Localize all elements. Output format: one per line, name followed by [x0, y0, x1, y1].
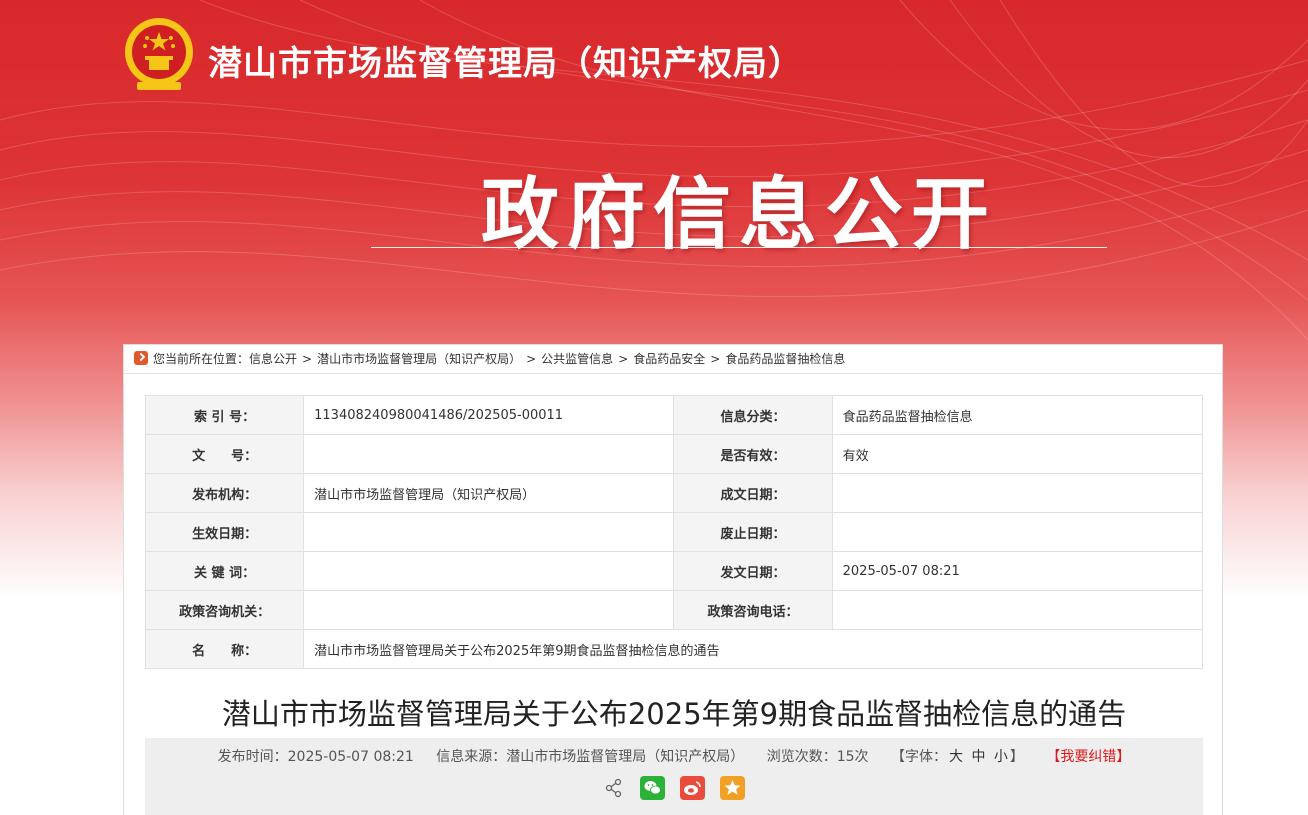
meta-value: 有效 — [831, 434, 1204, 474]
table-row: 名 称： 潜山市市场监督管理局关于公布2025年第9期食品监督抽检信息的通告 — [144, 629, 1203, 669]
meta-key: 是否有效： — [673, 434, 833, 474]
share-bar — [145, 776, 1203, 802]
breadcrumb-separator: > — [618, 352, 629, 366]
breadcrumb-item-inspection-info[interactable]: 食品药品监督抽检信息 — [725, 352, 845, 366]
article-title: 潜山市市场监督管理局关于公布2025年第9期食品监督抽检信息的通告 — [221, 697, 1127, 731]
meta-key: 政策咨询机关： — [144, 590, 305, 630]
view-count: 浏览次数：15次 — [766, 749, 869, 765]
meta-key: 关 键 词： — [144, 551, 305, 591]
table-row: 发布机构： 潜山市市场监督管理局（知识产权局） 成文日期： — [144, 473, 1204, 513]
font-label-close: 】 — [1009, 749, 1024, 765]
article-info-bar: 发布时间：2025-05-07 08:21 信息来源：潜山市市场监督管理局（知识… — [145, 738, 1203, 815]
meta-value — [831, 590, 1204, 630]
wechat-icon[interactable] — [639, 776, 665, 800]
banner-divider — [371, 247, 1107, 248]
breadcrumb-prefix: 您当前所在位置： — [153, 352, 250, 366]
breadcrumb-separator: > — [526, 352, 537, 366]
meta-key: 废止日期： — [673, 512, 833, 552]
weibo-icon[interactable] — [680, 776, 706, 800]
favorite-icon[interactable] — [720, 776, 746, 800]
publish-time: 发布时间：2025-05-07 08:21 — [217, 749, 414, 765]
meta-value: 食品药品监督抽检信息 — [831, 395, 1204, 435]
meta-key: 政策咨询电话： — [673, 590, 833, 630]
table-row: 索 引 号： 113408240980041486/202505-00011 信… — [144, 395, 1204, 435]
meta-key: 生效日期： — [144, 512, 305, 552]
meta-key: 文 号： — [144, 434, 305, 474]
location-arrow-icon — [134, 351, 148, 365]
meta-value — [303, 551, 675, 591]
breadcrumb-separator: > — [302, 352, 313, 366]
breadcrumb-separator: > — [710, 352, 721, 366]
table-row: 政策咨询机关： 政策咨询电话： — [144, 590, 1204, 630]
meta-value: 113408240980041486/202505-00011 — [303, 395, 675, 435]
font-large-button[interactable]: 大 — [949, 749, 963, 765]
meta-value — [303, 434, 675, 474]
error-report-button[interactable]: 【我要纠错】 — [1046, 749, 1130, 765]
article-meta-line: 发布时间：2025-05-07 08:21 信息来源：潜山市市场监督管理局（知识… — [145, 746, 1203, 766]
font-label-open: 【字体： — [891, 749, 947, 765]
meta-value — [303, 512, 675, 552]
meta-value — [831, 473, 1204, 513]
national-emblem-logo — [125, 18, 193, 90]
meta-value: 2025-05-07 08:21 — [831, 551, 1204, 591]
breadcrumb: 您当前所在位置：信息公开 > 潜山市市场监督管理局（知识产权局） > 公共监管信息 > 食品… — [124, 345, 1222, 374]
meta-value — [831, 512, 1204, 552]
meta-key: 索 引 号： — [144, 395, 305, 435]
meta-key: 发布机构： — [144, 473, 305, 513]
site-title: 潜山市市场监督管理局（知识产权局） — [208, 44, 803, 84]
meta-key: 信息分类： — [673, 395, 833, 435]
table-row: 生效日期： 废止日期： — [144, 512, 1204, 552]
table-row: 文 号： 是否有效： 有效 — [144, 434, 1204, 474]
breadcrumb-item-public-supervision[interactable]: 公共监管信息 — [541, 352, 613, 366]
info-source: 信息来源：潜山市市场监督管理局（知识产权局） — [436, 749, 745, 765]
meta-key: 成文日期： — [673, 473, 833, 513]
meta-key: 发文日期： — [673, 551, 833, 591]
meta-value: 潜山市市场监督管理局（知识产权局） — [303, 473, 675, 513]
share-icon[interactable] — [603, 776, 625, 800]
metadata-table: 索 引 号： 113408240980041486/202505-00011 信… — [144, 395, 1204, 669]
table-row: 关 键 词： 发文日期： 2025-05-07 08:21 — [144, 551, 1204, 591]
breadcrumb-item-info-public[interactable]: 信息公开 — [249, 352, 297, 366]
font-size-controls: 【字体：大 中 小】 — [891, 749, 1024, 765]
meta-value-name: 潜山市市场监督管理局关于公布2025年第9期食品监督抽检信息的通告 — [303, 629, 1203, 669]
meta-value — [303, 590, 675, 630]
meta-key-name: 名 称： — [144, 629, 305, 669]
content-panel: 您当前所在位置：信息公开 > 潜山市市场监督管理局（知识产权局） > 公共监管信息 > 食品… — [123, 344, 1223, 815]
breadcrumb-item-food-drug-safety[interactable]: 食品药品安全 — [633, 352, 705, 366]
breadcrumb-item-bureau[interactable]: 潜山市市场监督管理局（知识产权局） — [317, 352, 521, 366]
font-small-button[interactable]: 小 — [994, 749, 1008, 765]
font-medium-button[interactable]: 中 — [971, 749, 985, 765]
